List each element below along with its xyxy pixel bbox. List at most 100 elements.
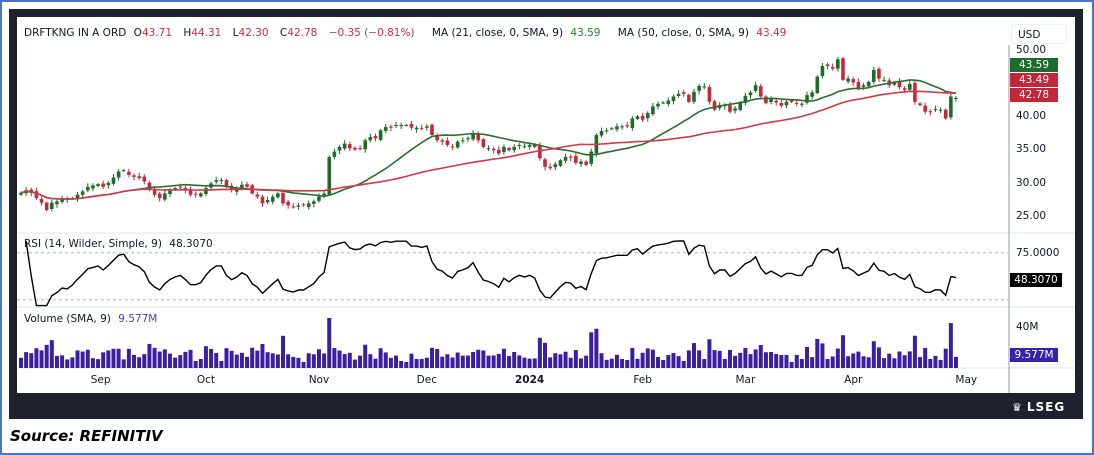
candle-up — [312, 201, 316, 204]
volume-bar — [491, 355, 496, 368]
candle-up — [784, 101, 789, 106]
volume-bar — [229, 350, 234, 368]
volume-bar — [388, 357, 393, 368]
candle-down — [39, 199, 44, 203]
candle-up — [342, 143, 347, 149]
volume-bar — [429, 347, 434, 368]
volume-bar — [137, 357, 142, 368]
candle-down — [764, 96, 768, 104]
volume-bar — [840, 335, 845, 368]
volume-bar — [250, 347, 255, 368]
candle-down — [794, 102, 799, 104]
volume-bar — [435, 348, 440, 368]
candle-down — [430, 124, 434, 135]
price-tick: 30.00 — [1016, 177, 1047, 189]
volume-bar — [810, 357, 815, 368]
volume-bar — [517, 355, 522, 368]
candle-down — [44, 202, 49, 211]
candle-up — [563, 156, 568, 161]
volume-bar — [799, 359, 804, 368]
volume-bar — [594, 328, 599, 368]
volume-bar — [147, 343, 152, 368]
volume-bar — [301, 362, 306, 368]
volume-bar — [373, 358, 378, 368]
candle-down — [291, 206, 296, 208]
candle-up — [111, 177, 116, 184]
volume-bar — [476, 349, 481, 368]
volume-bar — [789, 362, 794, 368]
volume-bar — [214, 352, 219, 368]
candle-up — [553, 164, 558, 168]
rsi-tick: 75.0000 — [1016, 247, 1060, 259]
candle-up — [753, 85, 758, 91]
volume-bar — [322, 353, 327, 368]
volume-bar — [347, 352, 352, 368]
volume-bar — [19, 357, 23, 368]
candle-up — [378, 130, 383, 140]
price-legend: DRFTKNG IN A ORD O43.71 H44.31 L42.30 C4… — [24, 27, 790, 39]
volume-bar — [954, 356, 958, 368]
volume-bar — [44, 344, 49, 368]
volume-bar — [543, 342, 548, 368]
candles — [19, 56, 958, 212]
volume-bar — [578, 358, 583, 368]
candle-up — [265, 200, 270, 203]
candle-up — [219, 180, 224, 182]
candle-down — [681, 92, 686, 94]
volume-bar — [671, 353, 676, 368]
candle-down — [358, 148, 362, 150]
time-tick-dec: Dec — [416, 374, 438, 386]
candle-down — [568, 156, 573, 158]
candle-down — [543, 159, 547, 167]
candle-down — [286, 201, 290, 206]
candle-up — [861, 85, 866, 87]
candle-up — [589, 151, 594, 164]
chart-svg[interactable] — [0, 0, 1094, 455]
candle-down — [152, 190, 157, 195]
volume-bar — [876, 347, 881, 368]
volume-bar — [604, 359, 609, 368]
volume-bar — [748, 354, 753, 368]
moving-averages — [20, 79, 957, 200]
open-value: 43.71 — [141, 27, 172, 39]
volume-bar — [224, 348, 229, 368]
volume-bar — [758, 345, 763, 368]
volume-bar — [825, 359, 830, 368]
volume-bar — [132, 354, 137, 368]
volume-bar — [296, 357, 301, 368]
volume-bar — [532, 358, 537, 368]
candle-down — [389, 126, 393, 128]
volume-bar — [918, 357, 923, 368]
candle-down — [255, 194, 260, 197]
volume-bar — [450, 357, 455, 368]
volume-bar — [327, 318, 332, 368]
candle-up — [882, 79, 886, 81]
rsi-line — [25, 240, 957, 307]
price-tick: 40.00 — [1016, 110, 1047, 122]
ma21-price-tag: 43.59 — [1010, 58, 1058, 72]
volume-bar — [96, 359, 101, 368]
volume-bar — [167, 353, 172, 368]
currency-selector[interactable]: USD — [1011, 24, 1067, 44]
candle-up — [748, 92, 753, 96]
candle-down — [157, 193, 162, 199]
candle-up — [461, 140, 465, 142]
ma50-line — [20, 90, 957, 200]
time-tick-mar: Mar — [735, 374, 756, 386]
rsi-value-tag: 48.3070 — [1010, 273, 1062, 287]
ma50-price-tag: 43.49 — [1010, 73, 1058, 87]
volume-bar — [162, 349, 167, 368]
volume-bar — [943, 348, 948, 368]
candle-up — [414, 127, 419, 130]
volume-bar — [157, 351, 162, 368]
source-caption: Source: REFINITIV — [10, 427, 163, 445]
time-tick-nov: Nov — [308, 374, 330, 386]
volume-bar — [666, 355, 671, 368]
volume-bar — [363, 344, 368, 368]
volume-bar — [399, 361, 404, 368]
high-value: 44.31 — [191, 27, 222, 39]
volume-bar — [527, 358, 532, 368]
volume-bar — [29, 353, 34, 368]
volume-bar — [188, 349, 193, 368]
volume-bar — [779, 355, 784, 368]
